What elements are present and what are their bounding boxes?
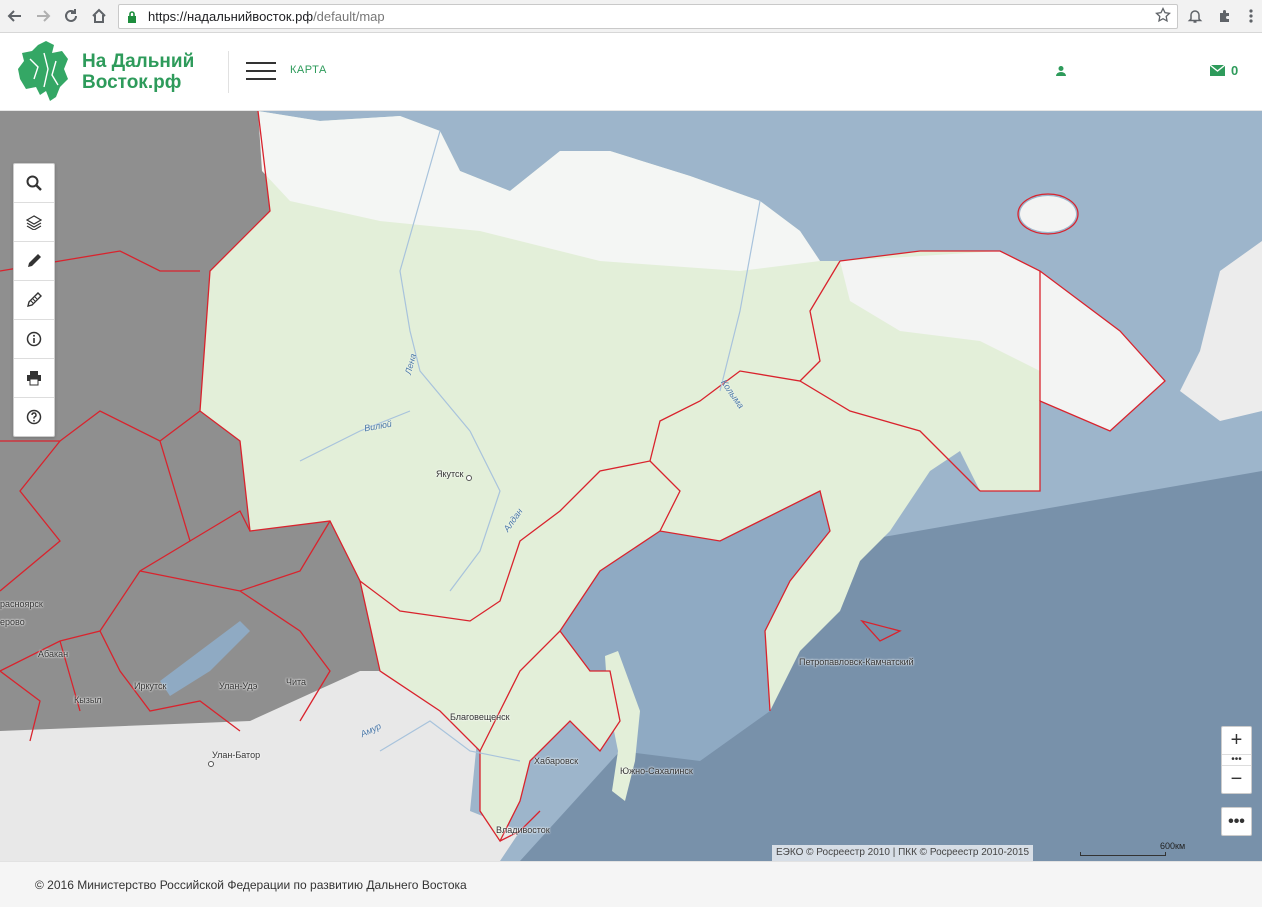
place-label-khabarovsk: Хабаровск: [534, 756, 579, 766]
address-bar[interactable]: https://надальнийвосток.рф/default/map: [118, 4, 1178, 29]
edit-ruler-icon: [27, 292, 42, 307]
help-tool-button[interactable]: [14, 398, 54, 436]
reload-icon[interactable]: [60, 5, 82, 27]
place-label-yakutsk: Якутск: [436, 469, 464, 479]
home-icon[interactable]: [88, 5, 110, 27]
place-label-petropavlovsk: Петропавловск-Камчатский: [799, 657, 914, 667]
scale-bar: 600км: [1080, 841, 1192, 857]
layers-tool-button[interactable]: [14, 203, 54, 242]
mail-button[interactable]: 0: [1210, 63, 1238, 78]
map-canvas[interactable]: Якутск расноярск ерово Абакан Кызыл Ирку…: [0, 111, 1262, 861]
zoom-out-button[interactable]: −: [1222, 766, 1251, 793]
print-tool-button[interactable]: [14, 359, 54, 398]
logo-line-1: На Дальний: [82, 51, 195, 72]
logo-text[interactable]: На Дальний Восток.рф: [82, 51, 194, 93]
place-label-chita: Чита: [286, 677, 307, 687]
extensions-puzzle-icon[interactable]: [1214, 5, 1236, 27]
map-attribution: ЕЭКО © Росреестр 2010 | ПКК © Росреестр …: [772, 845, 1034, 861]
city-marker[interactable]: [466, 475, 472, 481]
layers-icon: [26, 215, 42, 230]
zoom-slider-handle[interactable]: •••: [1222, 754, 1251, 766]
url-text: https://надальнийвосток.рф/default/map: [148, 9, 385, 24]
forward-arrow-icon[interactable]: [32, 5, 54, 27]
lock-icon: [127, 10, 137, 28]
back-arrow-icon[interactable]: [4, 5, 26, 27]
site-footer: © 2016 Министерство Российской Федерации…: [0, 861, 1262, 907]
hamburger-menu-icon[interactable]: [246, 60, 276, 82]
measure-tool-button[interactable]: [14, 281, 54, 320]
logo-line-2: Восток.рф: [82, 72, 182, 93]
mail-count: 0: [1231, 63, 1239, 78]
bookmark-star-icon[interactable]: [1155, 6, 1171, 28]
zoom-control: + ••• −: [1221, 726, 1252, 794]
place-label-ulan-bator: Улан-Батор: [212, 750, 261, 760]
notifications-bell-icon[interactable]: [1184, 5, 1206, 27]
info-icon: [26, 331, 42, 347]
city-marker[interactable]: [208, 761, 214, 767]
place-label-kyzyl: Кызыл: [74, 695, 102, 705]
logo-map-icon[interactable]: [16, 39, 72, 110]
nav-link-map[interactable]: КАРТА: [290, 64, 327, 76]
browser-toolbar: https://надальнийвосток.рф/default/map: [0, 0, 1262, 33]
place-label-blagoveshchensk: Благовещенск: [450, 712, 510, 722]
header-divider: [228, 51, 229, 93]
place-label-ulan-ude: Улан-Удэ: [219, 681, 258, 691]
info-tool-button[interactable]: [14, 320, 54, 359]
place-label-kemerovo: ерово: [0, 617, 25, 627]
place-label-vladivostok: Владивосток: [496, 825, 550, 835]
draw-tool-button[interactable]: [14, 242, 54, 281]
user-icon[interactable]: [1055, 64, 1067, 82]
more-options-button[interactable]: •••: [1221, 807, 1252, 836]
zoom-in-button[interactable]: +: [1222, 727, 1251, 754]
map-tool-panel: [13, 163, 55, 437]
place-label-abakan: Абакан: [38, 649, 69, 659]
place-label-yuzhno-sakhalinsk: Южно-Сахалинск: [620, 766, 693, 776]
scale-label: 600км: [1160, 841, 1186, 851]
browser-menu-icon[interactable]: [1240, 5, 1262, 27]
search-tool-button[interactable]: [14, 164, 54, 203]
mail-icon: [1210, 65, 1225, 76]
print-icon: [27, 371, 41, 386]
pencil-icon: [28, 254, 41, 267]
help-icon: [26, 409, 42, 425]
site-header: На Дальний Восток.рф КАРТА 0: [0, 33, 1262, 111]
place-label-irkutsk: Иркутск: [134, 681, 167, 691]
footer-copyright: © 2016 Министерство Российской Федерации…: [35, 878, 467, 892]
place-label-krasnoyarsk: расноярск: [0, 599, 43, 609]
search-icon: [26, 175, 42, 191]
map-base-layer: [0, 111, 1262, 861]
